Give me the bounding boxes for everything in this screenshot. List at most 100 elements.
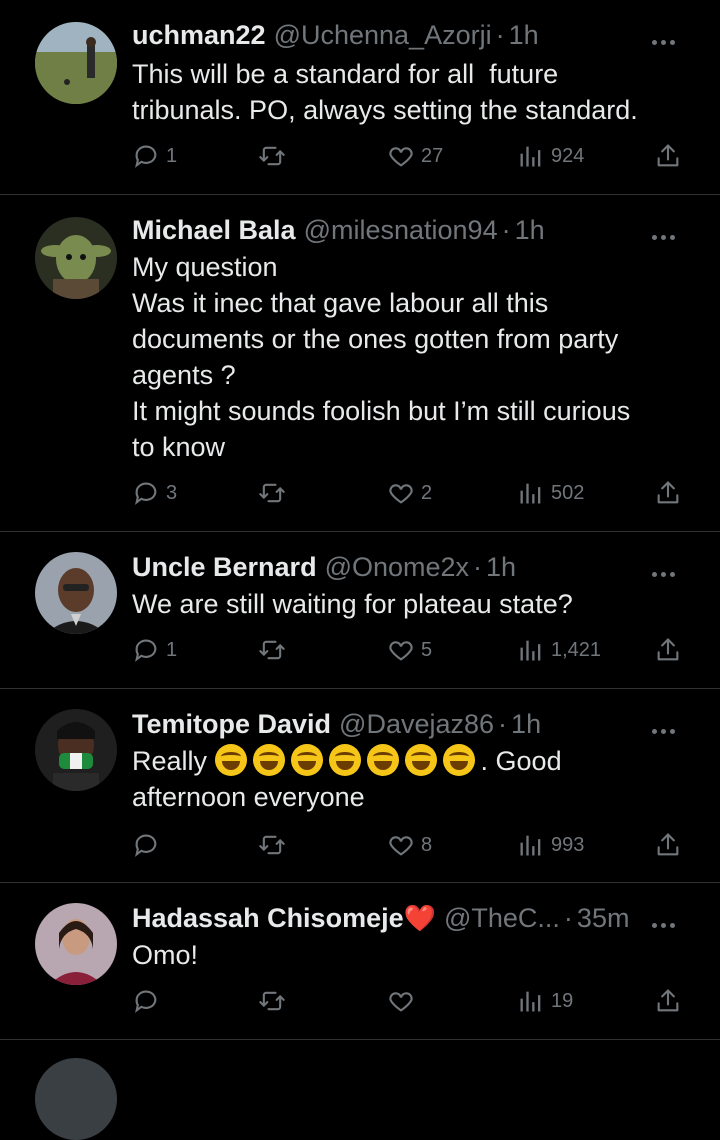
author-handle[interactable]: @Uchenna_Azorji	[274, 20, 492, 50]
views-count: 993	[551, 833, 585, 856]
retweet-button[interactable]	[258, 827, 292, 863]
views-button[interactable]: 502	[517, 475, 584, 511]
views-icon	[517, 987, 545, 1015]
reply-count: 3	[166, 481, 178, 504]
more-icon[interactable]	[652, 564, 682, 584]
timestamp[interactable]: 1h	[515, 215, 545, 245]
retweet-icon	[258, 831, 286, 859]
action-bar: 3 2 502	[132, 475, 692, 511]
heart-icon	[387, 479, 415, 507]
more-icon[interactable]	[652, 32, 682, 52]
reply-button[interactable]	[132, 983, 166, 1019]
views-icon	[517, 831, 545, 859]
separator: ·	[495, 20, 505, 50]
tweet-text: My question Was it inec that gave labour…	[132, 252, 631, 462]
reply-icon	[132, 831, 160, 859]
next-tweet-avatar[interactable]	[35, 1058, 117, 1140]
tweet-text: Really . Good afternoon everyone	[132, 743, 692, 815]
retweet-icon	[258, 142, 286, 170]
more-icon[interactable]	[652, 915, 682, 935]
like-count: 5	[421, 638, 433, 661]
reply-icon	[132, 479, 160, 507]
tweet-text: This will be a standard for all future t…	[132, 59, 638, 125]
views-icon	[517, 142, 545, 170]
views-button[interactable]: 924	[517, 138, 584, 174]
like-button[interactable]	[387, 983, 421, 1019]
timestamp[interactable]: 1h	[511, 709, 541, 739]
like-count: 27	[421, 144, 444, 167]
tweet-item[interactable]: uchman22 @Uchenna_Azorji · 1h This will be …	[0, 0, 720, 195]
like-button[interactable]: 2	[387, 475, 432, 511]
action-bar: 1 5 1,421	[132, 632, 692, 668]
reply-icon	[132, 636, 160, 664]
author-handle[interactable]: @TheC...	[444, 903, 560, 933]
retweet-button[interactable]	[258, 632, 292, 668]
laughing-emoji	[328, 744, 361, 776]
author-handle[interactable]: @Onome2x	[325, 552, 469, 582]
share-icon	[654, 142, 682, 170]
reply-button[interactable]: 1	[132, 138, 177, 174]
heart-icon	[387, 636, 415, 664]
reply-count: 1	[166, 144, 178, 167]
share-button[interactable]	[654, 632, 682, 668]
like-button[interactable]: 27	[387, 138, 443, 174]
share-button[interactable]	[654, 983, 682, 1019]
retweet-button[interactable]	[258, 475, 292, 511]
author-handle[interactable]: @milesnation94	[304, 215, 498, 245]
share-icon	[654, 479, 682, 507]
laughing-emoji	[252, 744, 285, 776]
tweet-item[interactable]: Michael Bala @milesnation94 · 1h My questio…	[0, 195, 720, 532]
author-name[interactable]: Uncle Bernard	[132, 552, 317, 582]
laughing-emoji	[404, 744, 437, 776]
like-count: 2	[421, 481, 433, 504]
reply-button[interactable]: 3	[132, 475, 177, 511]
laughing-emoji	[366, 744, 399, 776]
separator: ·	[563, 903, 573, 933]
timestamp[interactable]: 35m	[577, 903, 630, 933]
timestamp[interactable]: 1h	[509, 20, 539, 50]
reply-button[interactable]: 1	[132, 632, 177, 668]
views-button[interactable]: 993	[517, 827, 584, 863]
tweet-item[interactable]: Temitope David @Davejaz86 · 1h Really . Goo…	[0, 689, 720, 883]
like-button[interactable]: 5	[387, 632, 432, 668]
action-bar: 19	[132, 983, 692, 1019]
author-handle[interactable]: @Davejaz86	[339, 709, 494, 739]
share-button[interactable]	[654, 138, 682, 174]
retweet-button[interactable]	[258, 983, 292, 1019]
tweet-text-start: Really	[132, 746, 215, 776]
avatar[interactable]	[35, 709, 117, 791]
avatar[interactable]	[35, 217, 117, 299]
reply-button[interactable]	[132, 827, 166, 863]
author-name[interactable]: Temitope David	[132, 709, 331, 739]
more-icon[interactable]	[652, 721, 682, 741]
timestamp[interactable]: 1h	[486, 552, 516, 582]
like-button[interactable]: 8	[387, 827, 432, 863]
separator: ·	[501, 215, 511, 245]
retweet-button[interactable]	[258, 138, 292, 174]
tweet-header: Uncle Bernard @Onome2x · 1h	[132, 550, 660, 584]
action-bar: 8 993	[132, 827, 692, 863]
tweet-item[interactable]: Uncle Bernard @Onome2x · 1h We are still wa…	[0, 532, 720, 689]
views-button[interactable]: 19	[517, 983, 573, 1019]
views-button[interactable]: 1,421	[517, 632, 601, 668]
tweet-header: Hadassah Chisomeje❤️ @TheC... · 35m	[132, 901, 660, 935]
avatar[interactable]	[35, 903, 117, 985]
tweet-header: Temitope David @Davejaz86 · 1h	[132, 707, 660, 741]
heart-icon	[387, 987, 415, 1015]
separator: ·	[498, 709, 508, 739]
author-name[interactable]: uchman22	[132, 20, 266, 50]
author-name[interactable]: Michael Bala	[132, 215, 296, 245]
like-count: 8	[421, 833, 433, 856]
more-icon[interactable]	[652, 227, 682, 247]
red-heart-emoji: ❤️	[403, 903, 436, 933]
share-button[interactable]	[654, 827, 682, 863]
share-button[interactable]	[654, 475, 682, 511]
tweet-text: Omo!	[132, 940, 199, 970]
tweet-item[interactable]: Hadassah Chisomeje❤️ @TheC... · 35m Omo! 19	[0, 883, 720, 1040]
views-count: 19	[551, 989, 574, 1012]
avatar[interactable]	[35, 22, 117, 104]
author-name[interactable]: Hadassah Chisomeje	[132, 903, 404, 933]
views-icon	[517, 636, 545, 664]
views-icon	[517, 479, 545, 507]
avatar[interactable]	[35, 552, 117, 634]
